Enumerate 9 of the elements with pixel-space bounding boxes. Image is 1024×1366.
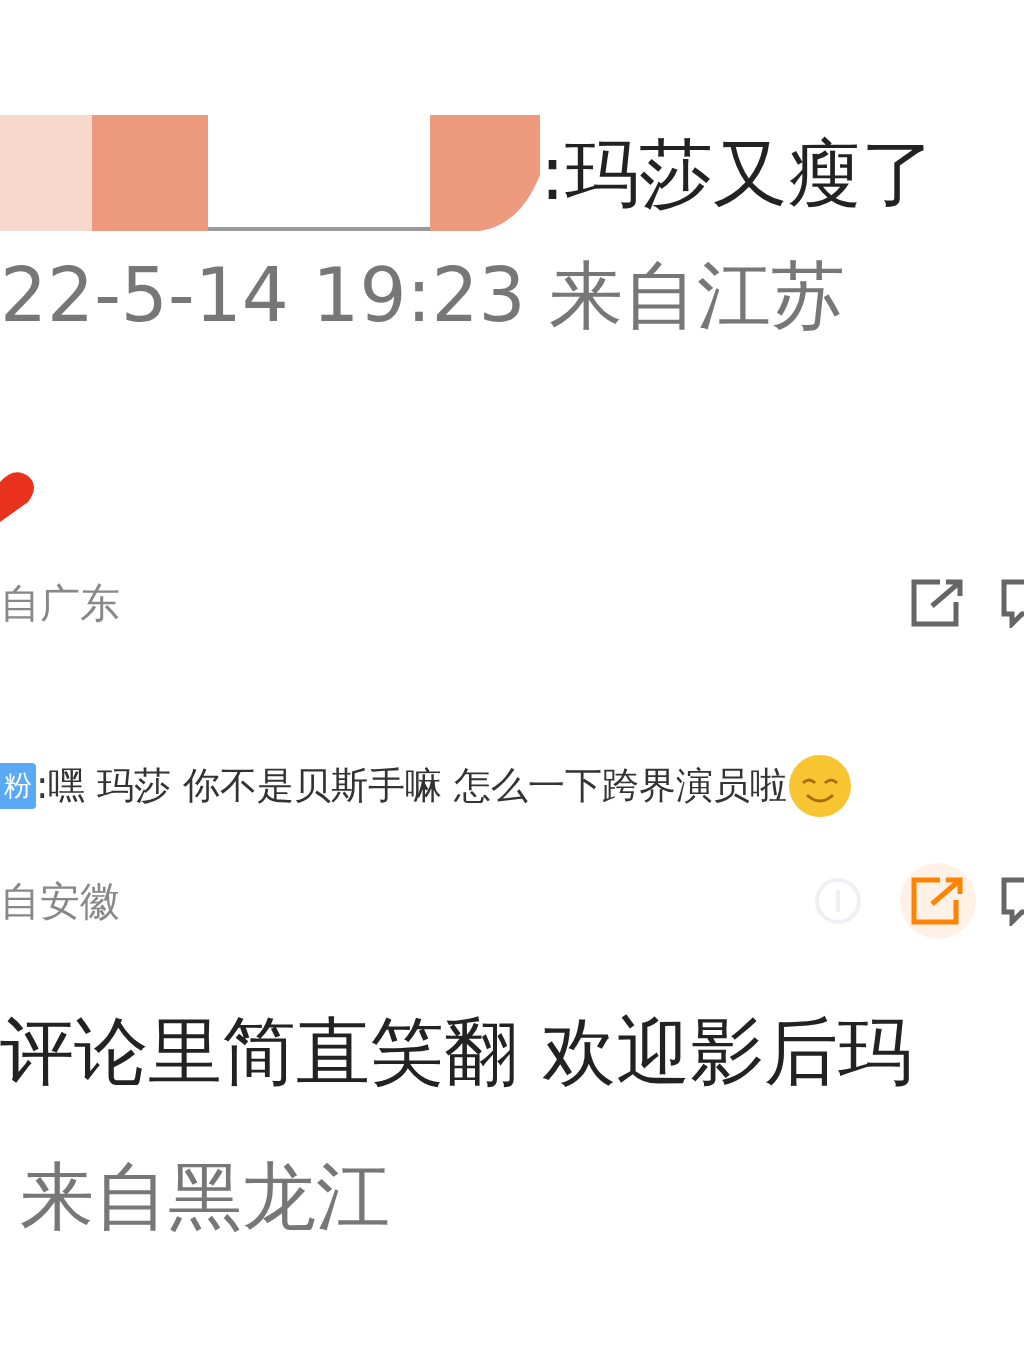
comment-text: :嘿 玛莎 你不是贝斯手嘛 怎么一下跨界演员啦 xyxy=(36,763,787,809)
post-text: :玛莎又瘦了 xyxy=(540,136,935,210)
comment-text: 评论里简直笑翻 欢迎影后玛 xyxy=(0,1014,912,1088)
fan-badge: 粉 xyxy=(0,763,36,809)
location-text: 来自黑龙江 xyxy=(20,1159,390,1233)
smiling-emoji-icon xyxy=(786,753,853,819)
location-text: 自安徽 xyxy=(0,876,120,926)
location-text: 自广东 xyxy=(0,578,120,628)
post-meta: 22-5-14 19:23 来自江苏 xyxy=(0,258,846,332)
